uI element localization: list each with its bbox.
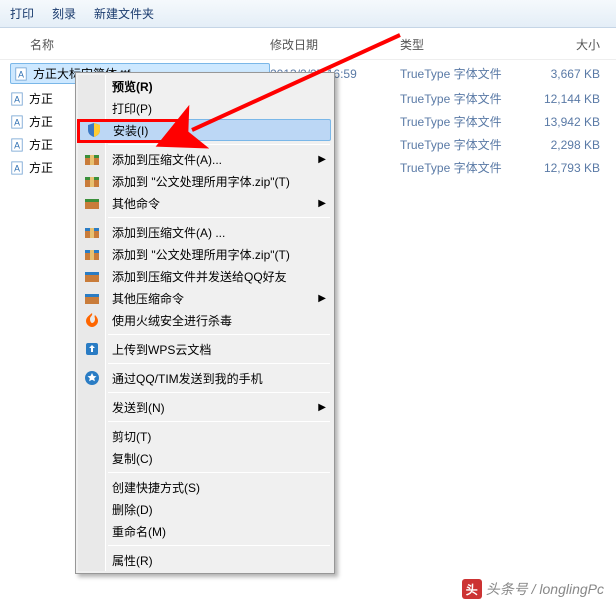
svg-text:A: A — [14, 140, 20, 150]
menu-preview[interactable]: 预览(R) — [78, 75, 332, 97]
svg-text:A: A — [14, 94, 20, 104]
font-file-icon: A — [10, 138, 24, 152]
column-headers: 名称 修改日期 类型 大小 — [0, 28, 616, 60]
file-type: TrueType 字体文件 — [400, 65, 520, 82]
menu-add-archive-qq[interactable]: 添加到压缩文件并发送给QQ好友 — [78, 265, 332, 287]
cloud-upload-icon — [84, 341, 100, 357]
menu-huorong-scan[interactable]: 使用火绒安全进行杀毒 — [78, 309, 332, 331]
menu-copy[interactable]: 复制(C) — [78, 447, 332, 469]
col-date-header[interactable]: 修改日期 — [270, 36, 400, 53]
font-file-icon: A — [10, 92, 24, 106]
archive-icon — [84, 268, 100, 284]
file-name: 方正 — [29, 113, 53, 130]
font-file-icon: A — [10, 115, 24, 129]
watermark: 头 头条号 / longlingPc — [462, 579, 604, 599]
chevron-right-icon: ▶ — [318, 198, 326, 209]
archive-icon — [84, 224, 100, 240]
file-name: 方正 — [29, 159, 53, 176]
archive-icon — [84, 195, 100, 211]
col-name-header[interactable]: 名称 — [10, 36, 270, 53]
file-type: TrueType 字体文件 — [400, 136, 520, 153]
col-type-header[interactable]: 类型 — [400, 36, 520, 53]
menu-add-zip-2[interactable]: 添加到 "公文处理所用字体.zip"(T) — [78, 243, 332, 265]
annotation-highlight-box — [77, 119, 185, 143]
chevron-right-icon: ▶ — [318, 154, 326, 165]
toolbar-print[interactable]: 打印 — [10, 5, 34, 22]
flame-icon — [84, 312, 100, 328]
menu-properties[interactable]: 属性(R) — [78, 549, 332, 571]
archive-icon — [84, 151, 100, 167]
file-size: 13,942 KB — [520, 115, 600, 129]
file-size: 12,144 KB — [520, 92, 600, 106]
archive-icon — [84, 173, 100, 189]
menu-cut[interactable]: 剪切(T) — [78, 425, 332, 447]
menu-delete[interactable]: 删除(D) — [78, 498, 332, 520]
menu-send-qq[interactable]: 通过QQ/TIM发送到我的手机 — [78, 367, 332, 389]
menu-send-to[interactable]: 发送到(N)▶ — [78, 396, 332, 418]
svg-text:A: A — [14, 117, 20, 127]
archive-icon — [84, 246, 100, 262]
file-type: TrueType 字体文件 — [400, 159, 520, 176]
svg-text:A: A — [14, 163, 20, 173]
svg-text:A: A — [18, 69, 24, 79]
explorer-toolbar: 打印 刻录 新建文件夹 — [0, 0, 616, 28]
font-file-icon: A — [14, 67, 28, 81]
menu-other-cmds[interactable]: 其他命令▶ — [78, 192, 332, 214]
chevron-right-icon: ▶ — [318, 402, 326, 413]
menu-print[interactable]: 打印(P) — [78, 97, 332, 119]
file-name: 方正 — [29, 90, 53, 107]
font-file-icon: A — [10, 161, 24, 175]
chevron-right-icon: ▶ — [318, 293, 326, 304]
file-size: 12,793 KB — [520, 161, 600, 175]
archive-icon — [84, 290, 100, 306]
menu-other-compress[interactable]: 其他压缩命令▶ — [78, 287, 332, 309]
toolbar-burn[interactable]: 刻录 — [52, 5, 76, 22]
watermark-text: 头条号 / longlingPc — [486, 579, 604, 599]
file-size: 3,667 KB — [520, 67, 600, 81]
context-menu: 预览(R) 打印(P) 安装(I) 添加到压缩文件(A)...▶ 添加到 "公文… — [75, 72, 335, 574]
menu-rename[interactable]: 重命名(M) — [78, 520, 332, 542]
menu-add-archive-2[interactable]: 添加到压缩文件(A) ... — [78, 221, 332, 243]
menu-add-archive[interactable]: 添加到压缩文件(A)...▶ — [78, 148, 332, 170]
file-type: TrueType 字体文件 — [400, 113, 520, 130]
menu-create-shortcut[interactable]: 创建快捷方式(S) — [78, 476, 332, 498]
toutiao-icon: 头 — [462, 579, 482, 599]
star-icon — [84, 370, 100, 386]
col-size-header[interactable]: 大小 — [520, 36, 600, 53]
file-type: TrueType 字体文件 — [400, 90, 520, 107]
menu-upload-wps[interactable]: 上传到WPS云文档 — [78, 338, 332, 360]
file-size: 2,298 KB — [520, 138, 600, 152]
menu-add-zip[interactable]: 添加到 "公文处理所用字体.zip"(T) — [78, 170, 332, 192]
file-name: 方正 — [29, 136, 53, 153]
toolbar-newfolder[interactable]: 新建文件夹 — [94, 5, 154, 22]
